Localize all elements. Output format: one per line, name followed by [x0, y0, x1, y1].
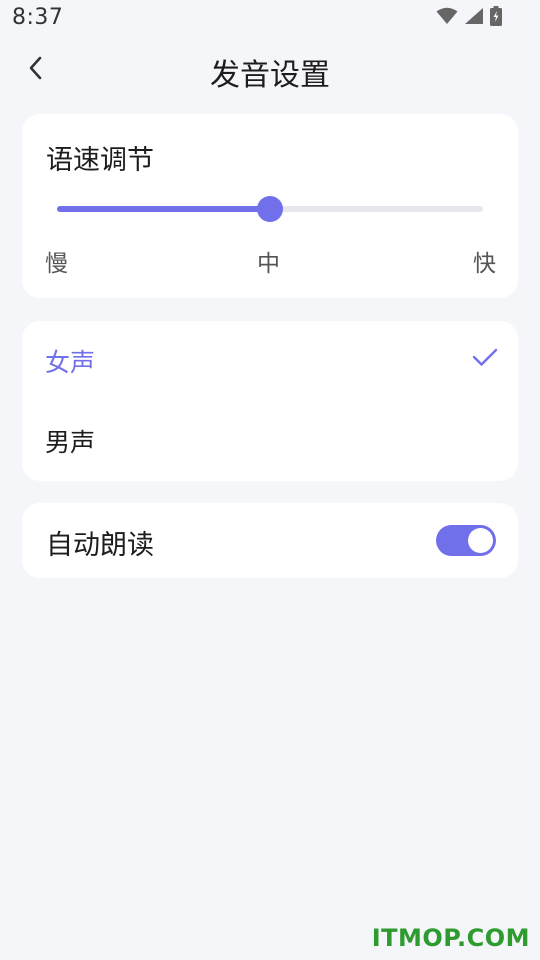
battery-charging-icon [490, 6, 502, 26]
speed-slider[interactable] [57, 196, 483, 222]
speed-card: 语速调节 慢 中 快 [22, 114, 518, 298]
speed-label-medium: 中 [257, 251, 280, 277]
header: 发音设置 [0, 40, 540, 104]
slider-thumb[interactable] [257, 196, 283, 222]
status-time: 8:37 [12, 5, 64, 30]
signal-icon [464, 7, 484, 25]
slider-fill [57, 206, 270, 212]
status-icons [436, 6, 502, 26]
check-icon [472, 347, 498, 371]
voice-label-male: 男声 [45, 428, 96, 457]
speed-title: 语速调节 [46, 145, 154, 176]
toggle-knob [468, 528, 493, 553]
voice-option-male[interactable]: 男声 [22, 401, 518, 481]
page-title: 发音设置 [210, 58, 330, 93]
auto-read-label: 自动朗读 [46, 530, 154, 561]
status-bar: 8:37 [0, 0, 540, 38]
voice-label-female: 女声 [45, 348, 96, 377]
auto-read-card: 自动朗读 [22, 503, 518, 578]
voice-option-female[interactable]: 女声 [22, 321, 518, 401]
wifi-icon [436, 7, 458, 25]
watermark: ITMOP.COM [371, 924, 530, 952]
speed-label-slow: 慢 [45, 251, 68, 277]
speed-label-fast: 快 [473, 251, 496, 277]
voice-card: 女声 男声 [22, 321, 518, 481]
auto-read-toggle[interactable] [436, 525, 496, 556]
